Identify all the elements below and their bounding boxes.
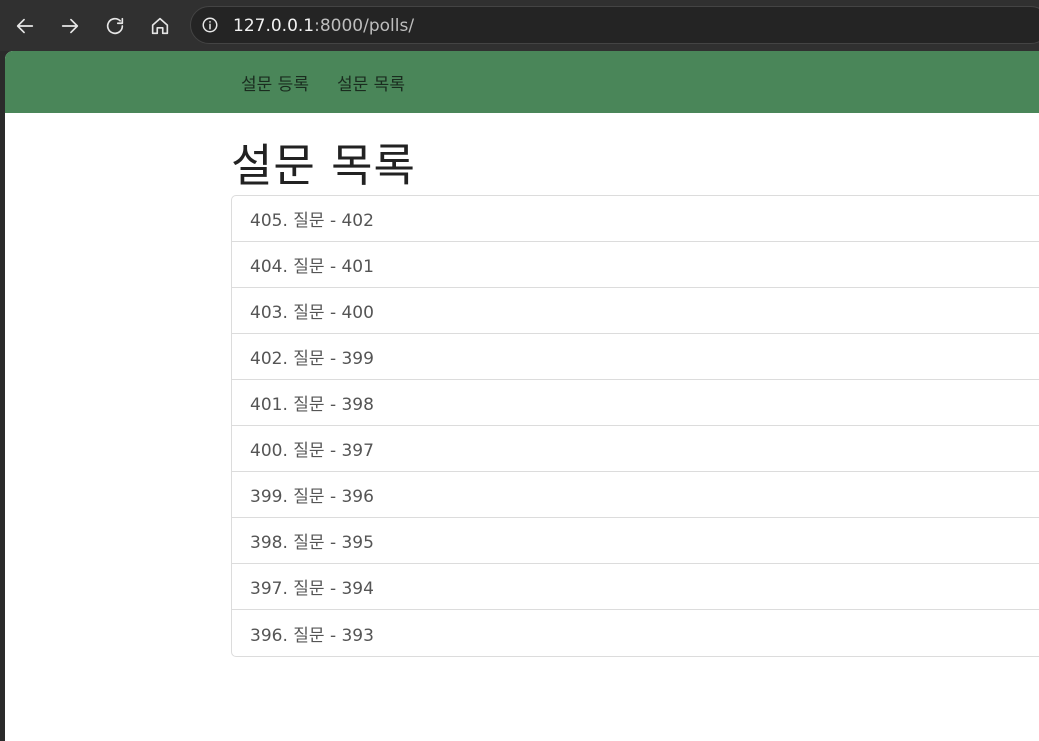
list-item-label: 396. 질문 - 393 <box>250 625 374 646</box>
url-path: :8000/polls/ <box>314 16 415 36</box>
page-viewport: 설문 등록 설문 목록 설문 목록 405. 질문 - 402 404. 질문 … <box>5 51 1039 741</box>
nav-link-register-poll[interactable]: 설문 등록 <box>241 70 309 95</box>
url-host: 127.0.0.1 <box>233 16 315 36</box>
list-item-label: 404. 질문 - 401 <box>250 257 374 277</box>
back-button[interactable] <box>8 9 42 43</box>
list-item[interactable]: 398. 질문 - 395 <box>232 518 1039 564</box>
reload-button[interactable] <box>98 9 132 43</box>
list-item-label: 397. 질문 - 394 <box>250 579 374 599</box>
home-button[interactable] <box>143 9 177 43</box>
nav-link-poll-list[interactable]: 설문 목록 <box>337 70 405 95</box>
list-item-label: 405. 질문 - 402 <box>250 211 374 231</box>
list-item[interactable]: 400. 질문 - 397 <box>232 426 1039 472</box>
url-text[interactable]: 127.0.0.1:8000/polls/ <box>233 16 414 36</box>
list-item-label: 402. 질문 - 399 <box>250 349 374 369</box>
list-item[interactable]: 404. 질문 - 401 <box>232 242 1039 288</box>
list-item-label: 403. 질문 - 400 <box>250 303 374 323</box>
list-item[interactable]: 397. 질문 - 394 <box>232 564 1039 610</box>
list-item[interactable]: 402. 질문 - 399 <box>232 334 1039 380</box>
arrow-right-icon <box>61 18 79 34</box>
list-item-label: 399. 질문 - 396 <box>250 487 374 507</box>
poll-list: 405. 질문 - 402 404. 질문 - 401 403. 질문 - 40… <box>231 195 1039 657</box>
list-item[interactable]: 405. 질문 - 402 <box>232 196 1039 242</box>
forward-button[interactable] <box>53 9 87 43</box>
list-item[interactable]: 399. 질문 - 396 <box>232 472 1039 518</box>
list-item[interactable]: 401. 질문 - 398 <box>232 380 1039 426</box>
page-title: 설문 목록 <box>231 139 416 192</box>
home-icon <box>151 17 169 35</box>
list-item-label: 398. 질문 - 395 <box>250 533 374 553</box>
site-navbar: 설문 등록 설문 목록 <box>5 51 1039 113</box>
list-item[interactable]: 403. 질문 - 400 <box>232 288 1039 334</box>
list-item-label: 400. 질문 - 397 <box>250 441 374 461</box>
browser-toolbar: 127.0.0.1:8000/polls/ <box>0 0 1039 51</box>
list-item[interactable]: 396. 질문 - 393 <box>232 610 1039 656</box>
address-bar[interactable]: 127.0.0.1:8000/polls/ <box>190 6 1039 44</box>
info-icon[interactable] <box>201 16 219 34</box>
list-item-label: 401. 질문 - 398 <box>250 395 374 415</box>
arrow-left-icon <box>16 18 34 34</box>
reload-icon <box>106 17 124 35</box>
